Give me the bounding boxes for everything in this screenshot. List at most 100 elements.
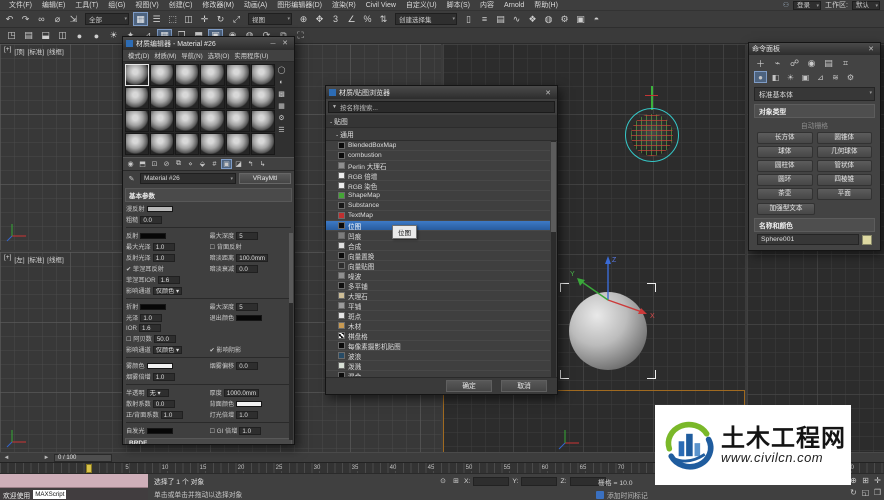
align-icon[interactable]: ≡ xyxy=(477,12,492,26)
menu-item[interactable]: 渲染(R) xyxy=(327,0,361,10)
map-type-row[interactable]: 位图 xyxy=(326,221,550,231)
color-swatch[interactable] xyxy=(236,401,262,407)
object-type-rollout[interactable]: 对象类型 xyxy=(754,104,875,118)
param-value[interactable]: 100.0mm xyxy=(236,254,268,262)
param-value[interactable]: 1.0 xyxy=(161,411,183,419)
scene-explorer-toggle-icon[interactable]: ◳ xyxy=(4,29,19,43)
param-value[interactable]: 0.0 xyxy=(140,216,162,224)
material-editor-scrollbar[interactable] xyxy=(289,233,293,440)
menu-item[interactable]: 图形编辑器(D) xyxy=(272,0,327,10)
map-type-row[interactable]: 棋盘格 xyxy=(326,331,550,341)
sample-slot[interactable] xyxy=(175,133,199,155)
sample-uv-tiling-icon[interactable]: ▦ xyxy=(276,101,287,111)
material-editor-menu-item[interactable]: 材质(M) xyxy=(152,51,178,60)
select-by-name-icon[interactable]: ☰ xyxy=(149,12,164,26)
time-slider-handle[interactable] xyxy=(86,464,92,473)
move-gizmo[interactable]: X Y Z xyxy=(566,252,658,338)
menu-item[interactable]: 自定义(U) xyxy=(401,0,442,10)
param-value[interactable]: 1.0 xyxy=(153,254,175,262)
snaps-toggle-icon[interactable]: 3 xyxy=(328,12,343,26)
group-maps[interactable]: - 贴图 xyxy=(326,115,557,128)
viewport-shading-menu[interactable]: [线框] xyxy=(47,254,64,264)
map-type-row[interactable]: 泼溅 xyxy=(326,361,550,371)
sample-slot[interactable] xyxy=(125,87,149,109)
utilities-tab-icon[interactable]: ⌗ xyxy=(839,57,852,69)
map-type-row[interactable]: 向量置换 xyxy=(326,251,550,261)
ribbon-toggle-icon[interactable]: ⬓ xyxy=(38,29,53,43)
sample-slot[interactable] xyxy=(200,110,224,132)
material-type-button[interactable]: VRayMtl xyxy=(239,173,291,184)
primitive-button[interactable]: 四棱锥 xyxy=(817,174,873,186)
put-to-library-icon[interactable]: ⬙ xyxy=(197,159,208,169)
sample-slot[interactable] xyxy=(251,133,275,155)
menu-item[interactable]: 帮助(H) xyxy=(529,0,563,10)
go-to-parent-icon[interactable]: ↰ xyxy=(245,159,256,169)
container-explorer-icon[interactable]: ◫ xyxy=(55,29,70,43)
map-type-row[interactable]: 多平铺 xyxy=(326,281,550,291)
viewport-pov-menu[interactable]: [顶] xyxy=(14,46,24,56)
param-value[interactable]: 1.6 xyxy=(139,324,161,332)
workspace-dropdown[interactable]: 默认 xyxy=(852,1,880,10)
object-name-field[interactable]: Sphere001 xyxy=(757,234,859,245)
hierarchy-tab-icon[interactable]: ☍ xyxy=(788,57,801,69)
menu-item[interactable]: 组(G) xyxy=(103,0,130,10)
basic-parameters-rollout[interactable]: 基本参数 xyxy=(125,188,292,202)
menu-item[interactable]: 脚本(S) xyxy=(442,0,475,10)
helpers-category-icon[interactable]: ⊿ xyxy=(814,71,827,83)
render-setup-icon[interactable]: ⚙ xyxy=(557,12,572,26)
autogrid-checkbox[interactable]: 自动栅格 xyxy=(749,119,880,131)
menu-item[interactable]: 修改器(M) xyxy=(197,0,239,10)
undo-icon[interactable]: ↶ xyxy=(2,12,17,26)
get-material-icon[interactable]: ◉ xyxy=(125,159,136,169)
rendered-frame-window-icon[interactable]: ▣ xyxy=(573,12,588,26)
rectangular-selection-region-icon[interactable]: ⬚ xyxy=(165,12,180,26)
minimize-icon[interactable]: － xyxy=(267,39,279,49)
show-end-result-icon[interactable]: ◪ xyxy=(233,159,244,169)
map-type-row[interactable]: 斑点 xyxy=(326,311,550,321)
primitive-button[interactable]: 茶壶 xyxy=(757,188,813,200)
map-type-row[interactable]: 混合 xyxy=(326,371,550,377)
shapes-filter-icon[interactable]: ● xyxy=(89,29,104,43)
primitive-button[interactable]: 平面 xyxy=(817,188,873,200)
color-swatch[interactable] xyxy=(147,206,173,212)
color-swatch[interactable] xyxy=(147,363,173,369)
menu-item[interactable]: Civil View xyxy=(361,2,401,9)
param-value[interactable]: 仅颜色 ▾ xyxy=(153,346,182,354)
brdf-rollout[interactable]: BRDF xyxy=(125,438,292,445)
percent-snap-toggle-icon[interactable]: % xyxy=(360,12,375,26)
group-general[interactable]: - 通用 xyxy=(326,128,557,141)
go-forward-to-sibling-icon[interactable]: ↳ xyxy=(257,159,268,169)
pan-view-icon[interactable]: ✛ xyxy=(872,475,883,486)
cameras-category-icon[interactable]: ▣ xyxy=(799,71,812,83)
color-swatch[interactable] xyxy=(236,315,262,321)
next-frame-icon[interactable]: ► xyxy=(42,454,51,462)
primitive-button[interactable]: 球体 xyxy=(757,146,813,158)
current-frame-display[interactable]: 0 / 100 xyxy=(54,454,112,462)
login-dropdown[interactable]: 登录 xyxy=(793,1,821,10)
select-and-rotate-icon[interactable]: ↻ xyxy=(213,12,228,26)
select-and-manipulate-icon[interactable]: ✥ xyxy=(312,12,327,26)
space-warps-category-icon[interactable]: ≋ xyxy=(829,71,842,83)
map-type-row[interactable]: RGB 倍增 xyxy=(326,171,550,181)
viewport-preset-menu[interactable]: [标准] xyxy=(28,254,45,264)
map-type-row[interactable]: combustion xyxy=(326,151,550,161)
close-icon[interactable]: ✕ xyxy=(865,45,877,53)
viewport-general-menu[interactable]: [+] xyxy=(4,254,11,264)
assign-material-to-selection-icon[interactable]: ⊡ xyxy=(149,159,160,169)
render-production-icon[interactable]: ◓ xyxy=(589,12,604,26)
schematic-view-icon[interactable]: ❖ xyxy=(525,12,540,26)
angle-snap-toggle-icon[interactable]: ∠ xyxy=(344,12,359,26)
absolute-mode-toggle-icon[interactable]: ⊞ xyxy=(451,476,461,486)
macro-recorder-strip[interactable] xyxy=(0,474,148,488)
put-material-to-scene-icon[interactable]: ⬒ xyxy=(137,159,148,169)
curve-editor-icon[interactable]: ∿ xyxy=(509,12,524,26)
param-value[interactable]: 1.6 xyxy=(158,276,180,284)
previous-frame-icon[interactable]: ◄ xyxy=(2,454,11,462)
material-map-navigator-icon[interactable]: ☰ xyxy=(276,125,287,135)
map-type-row[interactable]: 每像素摄影机贴图 xyxy=(326,341,550,351)
map-type-row[interactable]: 噪波 xyxy=(326,271,550,281)
menu-item[interactable]: 动画(A) xyxy=(239,0,272,10)
time-tag[interactable]: 添加时间标记 xyxy=(596,490,648,500)
sample-slot[interactable] xyxy=(251,64,275,86)
cancel-button[interactable]: 取消 xyxy=(501,380,547,392)
